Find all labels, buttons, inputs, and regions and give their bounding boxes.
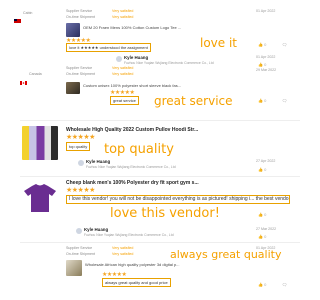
reviewer-name: Cabin — [23, 11, 33, 15]
review-row-5: Supplier Service On-time Shipment Very s… — [0, 244, 300, 300]
like-count: 0 — [264, 62, 267, 67]
review-text: love it ★★★★★ understood the assignment — [66, 43, 151, 52]
like-count: 0 — [264, 234, 267, 239]
reply-company: Fuzhou Nice Yuqian Wujiang Electronic Co… — [86, 165, 176, 169]
flag-icon — [14, 10, 21, 28]
review-text: top quality — [66, 142, 91, 151]
reply-row-2: Kyle Huang Fuzhou Nice Yuqian Wujiang El… — [0, 224, 300, 240]
supplier-service-label: Supplier Service — [66, 246, 93, 250]
product-title[interactable]: Wholesale High Quality 2022 Custom Pullo… — [66, 127, 256, 133]
share-icon[interactable]: 🗨 — [282, 282, 287, 287]
reply-name: Kyle Huang — [84, 227, 109, 232]
like-count: 0 — [264, 42, 267, 47]
divider — [20, 120, 300, 121]
product-thumbnail[interactable] — [22, 184, 58, 217]
product-title[interactable]: Custom unisex 100% polyester short sleev… — [83, 83, 223, 88]
like-count: 0 — [264, 212, 267, 217]
review-row-4: Cheep blank men's 100% Polyester dry fit… — [0, 178, 300, 224]
divider — [20, 242, 300, 243]
star-rating: ★★★★★ — [66, 187, 95, 194]
tshirt-icon — [24, 184, 56, 212]
like-icon[interactable]: 👍 0 — [258, 98, 266, 103]
product-thumbnail[interactable] — [66, 260, 82, 276]
reply-date: 27 Apr 2022 — [256, 159, 276, 163]
rating-label-2: Very satisfied — [112, 15, 134, 19]
like-icon[interactable]: 👍 0 — [258, 42, 266, 47]
supplier-service-label: Supplier Service — [66, 9, 93, 13]
on-time-shipment-label: On-time Shipment — [66, 15, 95, 19]
avatar — [76, 228, 82, 234]
country-name: Canada — [29, 72, 42, 76]
like-icon[interactable]: 👍 0 — [258, 167, 266, 172]
product-title[interactable]: Cheep blank men's 100% Polyester dry fit… — [66, 180, 256, 186]
divider — [20, 176, 300, 177]
reply-date: 01 Apr 2022 — [256, 55, 276, 59]
avatar — [78, 160, 84, 166]
review-row-2: Canada Supplier Service On-time Shipment… — [0, 66, 300, 118]
caption-always-great-quality: always great quality — [170, 248, 282, 261]
review-date: 29 Mar 2022 — [256, 68, 277, 72]
caption-love-it: love it — [200, 36, 238, 50]
share-icon[interactable]: 🗨 — [282, 42, 287, 47]
caption-great-service: great service — [154, 94, 233, 108]
rating-label: Very satisfied — [112, 9, 134, 13]
caption-love-this-vendor: love this vendor! — [110, 206, 220, 221]
on-time-shipment-label: On-time Shipment — [66, 252, 95, 256]
rating-label-2: Very satisfied — [112, 72, 134, 76]
reply-name: Kyle Huang — [124, 55, 149, 60]
like-icon[interactable]: 👍 0 — [258, 212, 266, 217]
product-thumbnail[interactable] — [22, 126, 58, 160]
canada-flag-icon — [20, 72, 27, 90]
like-count: 0 — [264, 282, 267, 287]
like-icon[interactable]: 👍 0 — [258, 62, 266, 67]
product-title[interactable]: Wholesale African high quality polyester… — [85, 262, 235, 267]
review-date: 01 Apr 2022 — [256, 9, 276, 13]
reply-date: 27 Mar 2022 — [256, 227, 277, 231]
avatar — [116, 56, 122, 62]
review-text: great service — [110, 96, 139, 105]
on-time-shipment-label: On-time Shipment — [66, 72, 95, 76]
share-icon[interactable]: 🗨 — [282, 98, 287, 103]
reply-name: Kyle Huang — [86, 159, 111, 164]
review-row-1: Cabin Supplier Service On-time Shipment … — [0, 0, 300, 52]
star-rating: ★★★★★ — [66, 134, 95, 141]
supplier-service-label: Supplier Service — [66, 66, 93, 70]
rating-label-2: Very satisfied — [112, 252, 134, 256]
like-count: 0 — [264, 98, 267, 103]
caption-top-quality: top quality — [104, 142, 174, 157]
reply-company: Fuzhou Nice Yuqian Wujiang Electronic Co… — [84, 233, 174, 237]
product-thumbnail[interactable] — [66, 82, 80, 94]
review-text: always great quality and good price — [102, 278, 171, 287]
reply-row-1: Kyle Huang Fuzhou Nice Yuqian Wujiang El… — [0, 52, 300, 72]
product-title[interactable]: OEM 20 Fraen Mens 100% Cotton Custom Log… — [83, 25, 223, 30]
review-row-3: Wholesale High Quality 2022 Custom Pullo… — [0, 122, 300, 182]
rating-label: Very satisfied — [112, 246, 134, 250]
like-count: 0 — [264, 167, 267, 172]
review-text: I love this vendor! you will not be disa… — [66, 195, 290, 204]
reply-company: Fuzhou Nice Yuqian Wujiang Electronic Co… — [124, 61, 214, 65]
like-icon[interactable]: 👍 0 — [258, 234, 266, 239]
product-thumbnail[interactable] — [66, 23, 80, 37]
like-icon[interactable]: 👍 0 — [258, 282, 266, 287]
rating-label: Very satisfied — [112, 66, 134, 70]
